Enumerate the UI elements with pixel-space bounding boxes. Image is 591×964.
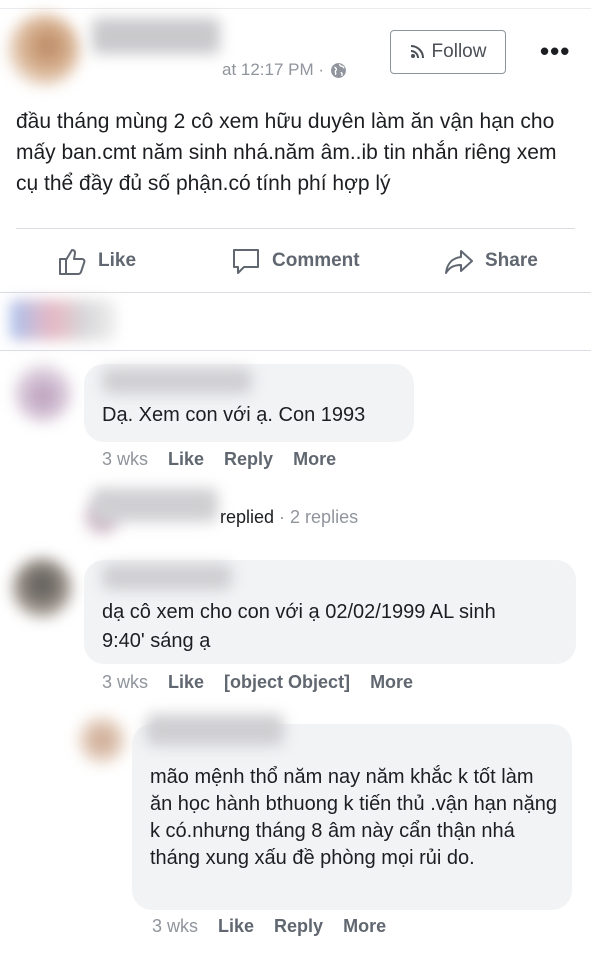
reply-count: · 2 replies bbox=[274, 507, 359, 527]
share-arrow-icon bbox=[445, 250, 473, 274]
divider bbox=[0, 292, 591, 293]
comment-meta: 3 wks Like Reply More bbox=[102, 449, 336, 470]
post-body-text: đầu tháng mùng 2 cô xem hữu duyên làm ăn… bbox=[16, 110, 557, 195]
reply-more-link[interactable]: More bbox=[343, 916, 386, 937]
post-author-name[interactable] bbox=[92, 18, 220, 54]
divider bbox=[0, 350, 591, 351]
comment-button[interactable]: Comment bbox=[230, 236, 360, 286]
commenter-name[interactable] bbox=[102, 564, 232, 590]
comment-more-link[interactable]: More bbox=[293, 449, 336, 470]
replies-summary-link[interactable]: replied · 2 replies bbox=[220, 507, 358, 528]
replier-avatar[interactable] bbox=[78, 716, 126, 764]
comment-time[interactable]: 3 wks bbox=[102, 672, 148, 693]
post-timestamp[interactable]: at 12:17 PM · bbox=[222, 60, 347, 80]
globe-icon bbox=[331, 62, 346, 78]
comment-meta: 3 wks Like [object Object] More bbox=[102, 672, 413, 693]
comment-like-link[interactable]: Like bbox=[168, 449, 204, 470]
reactions-summary[interactable] bbox=[10, 300, 116, 340]
comment-reply-link[interactable]: Reply bbox=[224, 449, 273, 470]
like-label: Like bbox=[98, 250, 137, 271]
comment-reply-link[interactable]: [object Object] bbox=[224, 672, 350, 693]
reply-meta: 3 wks Like Reply More bbox=[152, 916, 386, 937]
rss-icon bbox=[410, 45, 424, 59]
reply-time[interactable]: 3 wks bbox=[152, 916, 198, 937]
comment-text: dạ cô xem cho con với ạ 02/02/1999 AL si… bbox=[102, 601, 496, 652]
reply-text: mão mệnh thổ năm nay năm khắc k tốt làm … bbox=[150, 766, 558, 869]
replied-verb: replied bbox=[220, 507, 275, 527]
divider bbox=[16, 228, 575, 229]
post-author-avatar[interactable] bbox=[8, 14, 80, 86]
comment-text: Dạ. Xem con với ạ. Con 1993 bbox=[102, 404, 366, 426]
top-separator bbox=[0, 0, 591, 9]
follow-button[interactable]: Follow bbox=[390, 30, 506, 74]
commenter-avatar[interactable] bbox=[14, 364, 72, 422]
timestamp-text: at 12:17 PM · bbox=[222, 60, 325, 79]
replier-name[interactable] bbox=[146, 714, 284, 746]
follow-label: Follow bbox=[431, 41, 487, 62]
reply-like-link[interactable]: Like bbox=[218, 916, 254, 937]
reply-reply-link[interactable]: Reply bbox=[274, 916, 323, 937]
comment-more-link[interactable]: More bbox=[370, 672, 413, 693]
post-actions-bar: Like Comment Share bbox=[0, 236, 591, 286]
comment-like-link[interactable]: Like bbox=[168, 672, 204, 693]
like-button[interactable]: Like bbox=[56, 236, 136, 286]
thumbs-up-icon bbox=[59, 249, 86, 275]
comment-bubble: dạ cô xem cho con với ạ 02/02/1999 AL si… bbox=[84, 560, 576, 664]
commenter-avatar[interactable] bbox=[12, 558, 72, 618]
more-options-icon[interactable]: ••• bbox=[540, 36, 570, 67]
comment-time[interactable]: 3 wks bbox=[102, 449, 148, 470]
comment-bubble: Dạ. Xem con với ạ. Con 1993 bbox=[84, 364, 414, 442]
commenter-name[interactable] bbox=[102, 368, 252, 394]
share-label: Share bbox=[485, 250, 538, 271]
comment-bubble-icon bbox=[233, 249, 259, 274]
reply-bubble: mão mệnh thổ năm nay năm khắc k tốt làm … bbox=[132, 714, 572, 910]
comment-label: Comment bbox=[272, 250, 360, 271]
share-button[interactable]: Share bbox=[443, 236, 538, 286]
replier-name[interactable] bbox=[92, 488, 218, 522]
